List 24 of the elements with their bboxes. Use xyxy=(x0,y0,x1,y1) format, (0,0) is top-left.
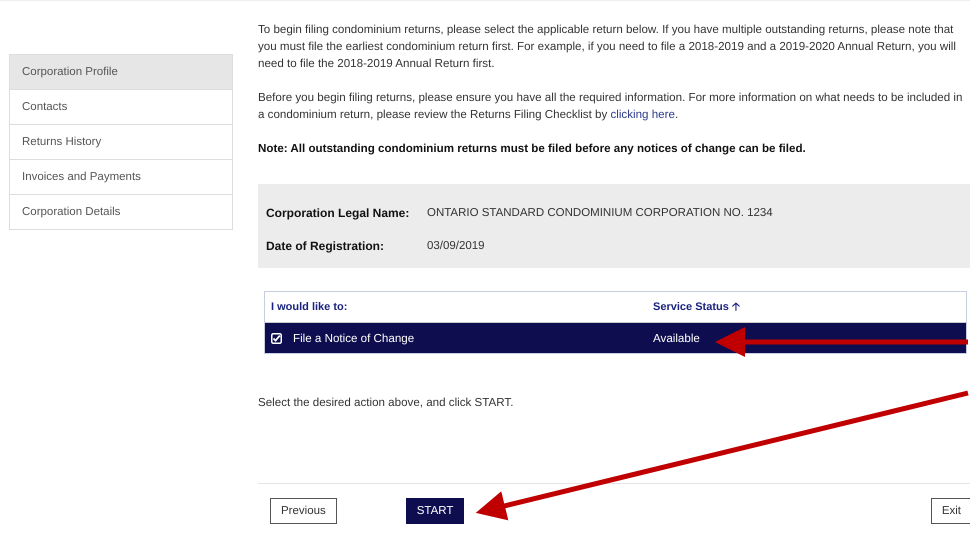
sort-arrow-icon[interactable]: 🡡 xyxy=(732,300,740,312)
sidebar-item[interactable]: Corporation Details xyxy=(10,195,232,230)
checklist-link[interactable]: clicking here xyxy=(610,108,675,121)
start-button[interactable]: START xyxy=(406,498,464,524)
detail-label: Corporation Legal Name: xyxy=(266,206,410,220)
sidebar-item[interactable]: Corporation Profile xyxy=(10,55,232,90)
checkbox[interactable] xyxy=(271,332,282,344)
sidebar-item[interactable]: Returns History xyxy=(10,125,232,160)
column-header[interactable]: Service Status 🡡 xyxy=(653,298,966,316)
detail-label: Date of Registration: xyxy=(266,238,386,252)
column-header: I would like to: xyxy=(270,301,348,313)
info-text: Before you begin filing returns, please ensure you have all the required information. For more information on what needs to be included in a condominium return, please review the Returns Filing Checklist by clicking here. xyxy=(258,90,964,123)
table-cell: File a Notice of Change xyxy=(293,332,414,344)
exit-button[interactable]: Exit xyxy=(930,498,970,524)
sidebar-item[interactable]: Contacts xyxy=(10,90,232,125)
detail-value: 03/09/2019 xyxy=(427,240,485,252)
table-row[interactable]: File a Notice of Change Available xyxy=(265,323,966,353)
previous-button[interactable]: Previous xyxy=(270,498,337,524)
instruction-text: Select the desired action above, and click START. xyxy=(258,395,514,411)
detail-value: ONTARIO STANDARD CONDOMINIUM CORPORATION NO. 1234 xyxy=(427,206,773,218)
sidebar-item[interactable]: Invoices and Payments xyxy=(10,160,232,195)
table-cell-text: Available xyxy=(653,332,701,344)
note-text: Note: All outstanding condominium returns must be filed before any notices of change can be filed. xyxy=(258,141,807,157)
intro-text: To begin filing condominium returns, please select the applicable return below. If you have multiple outstanding returns, please note that you must file the earliest condominium return first. For example, if you need to file a 2018-2019 and a 2019-2020 Annual Return, you will need to file the 2018-2019 Annual Return first. xyxy=(258,22,957,72)
